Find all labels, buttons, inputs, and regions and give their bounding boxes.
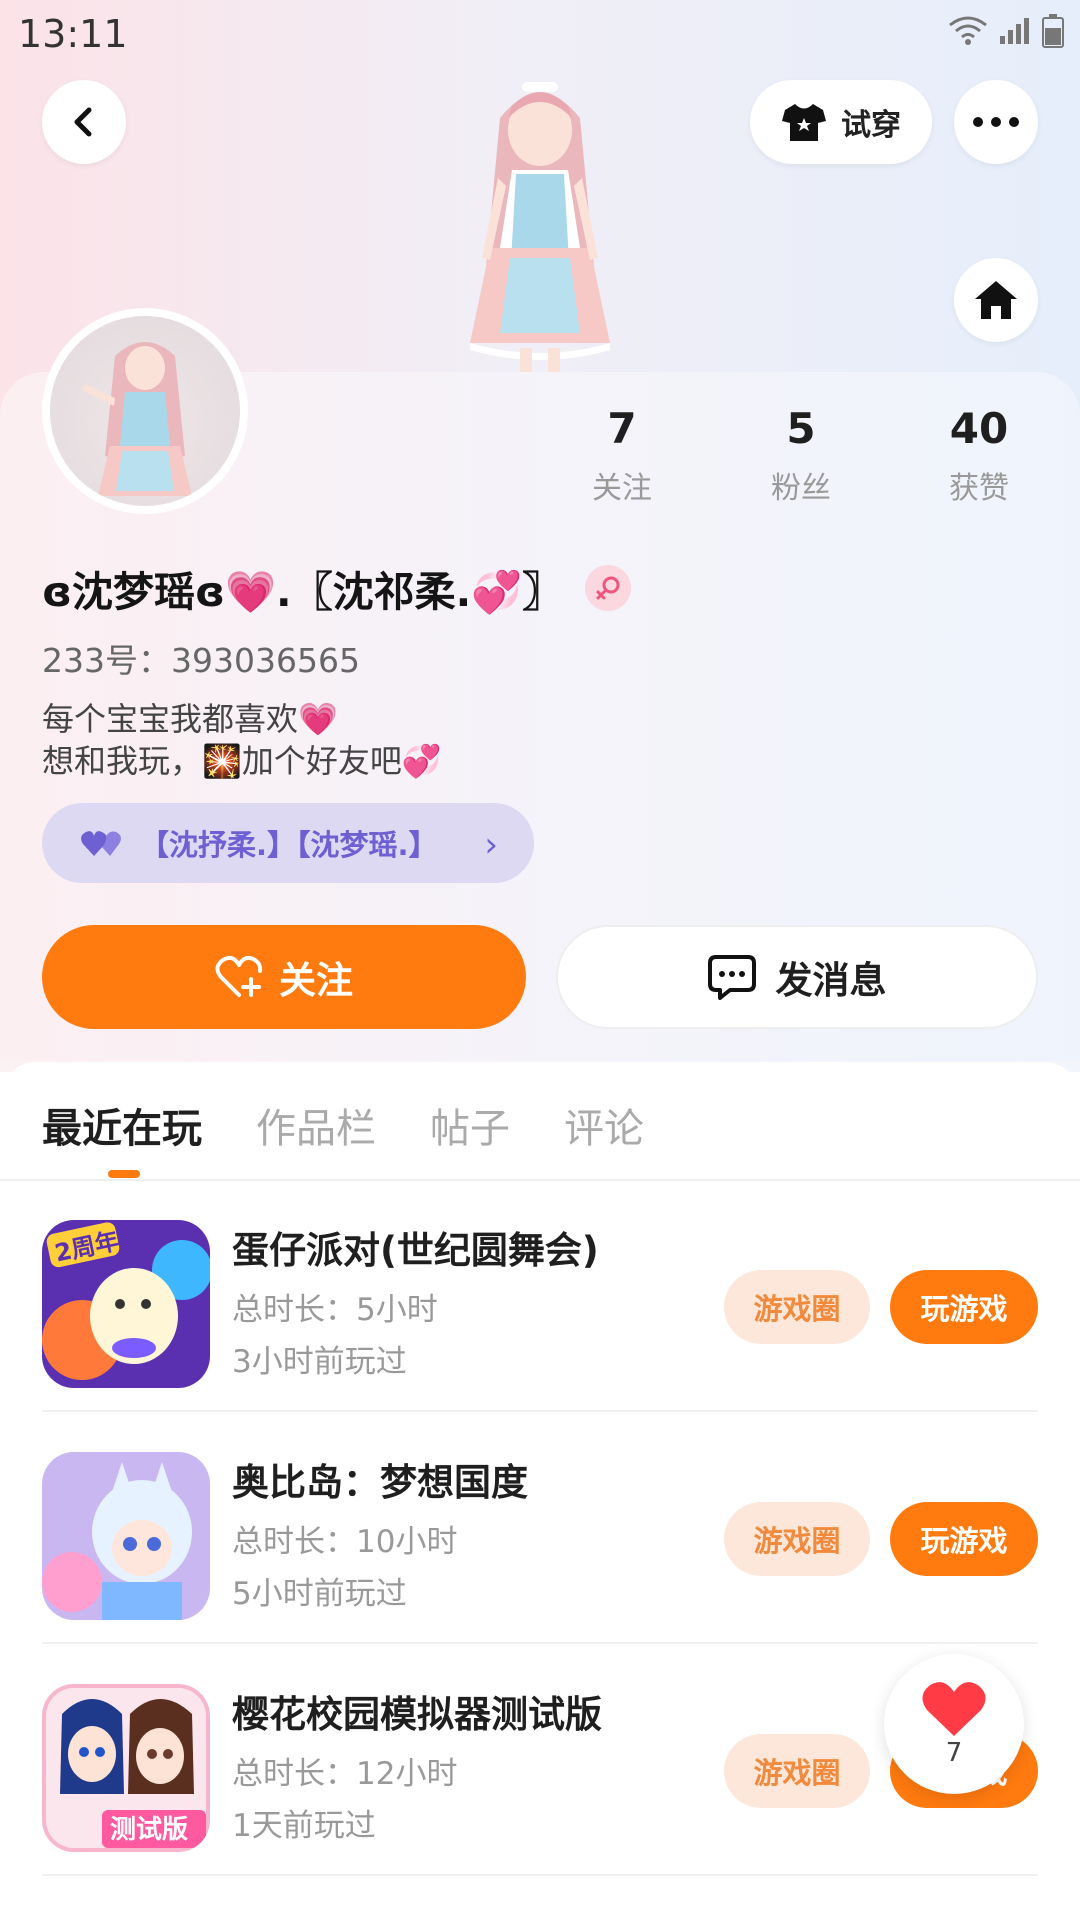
stat-followers-value: 5 [786, 404, 816, 453]
game-last-played: 1天前玩过 [232, 1808, 376, 1844]
sakura-school-icon-badge: 测试版 [110, 1815, 188, 1845]
play-game-button[interactable]: 玩游戏 [890, 1502, 1038, 1576]
tab-bar: 最近在玩 作品栏 帖子 评论 [42, 1096, 644, 1154]
sakura-school-icon[interactable]: 测试版 [42, 1684, 210, 1852]
home-icon [975, 281, 1017, 319]
shirt-icon [782, 104, 826, 141]
status-icons [948, 14, 1064, 48]
status-bar: 13:11 [0, 0, 1080, 66]
gender-badge [585, 565, 632, 611]
battery-icon [1042, 14, 1064, 48]
back-button[interactable] [42, 80, 126, 164]
like-count: 7 [945, 1738, 963, 1768]
relation-text: 【沈抒柔.】【沈梦瑶.】 [140, 828, 438, 862]
status-time: 13:11 [18, 12, 128, 56]
profile-bio: 每个宝宝我都喜欢💗 想和我玩，🎇加个好友吧💞 [42, 700, 442, 780]
row-divider [42, 1874, 1038, 1876]
play-game-button[interactable]: 玩游戏 [890, 1270, 1038, 1344]
relation-pill[interactable]: 【沈抒柔.】【沈梦瑶.】 › [42, 803, 534, 883]
game-title: 奥比岛：梦想国度 [232, 1461, 528, 1504]
home-button[interactable] [954, 258, 1038, 342]
game-row[interactable]: 2周年 蛋仔派对(世纪圆舞会) 总时长：5小时 3小时前玩过 游戏圈 玩游戏 [42, 1180, 1038, 1412]
stat-likes[interactable]: 40 获赞 [904, 404, 1054, 507]
content-section: 最近在玩 作品栏 帖子 评论 2周年 蛋仔派对(世纪圆舞会) 总时长：5小时 3… [0, 1062, 1080, 1920]
heart-plus-icon [215, 955, 263, 997]
chat-bubble-icon [707, 955, 756, 1000]
aobi-island-icon[interactable] [42, 1452, 210, 1620]
game-circle-button[interactable]: 游戏圈 [724, 1270, 870, 1344]
floating-like-button[interactable]: 7 [884, 1654, 1024, 1794]
more-dots-icon [973, 117, 1019, 127]
avatar-image [50, 316, 240, 506]
message-label: 发消息 [775, 959, 887, 1002]
game-duration: 总时长：12小时 [232, 1756, 458, 1792]
stat-following[interactable]: 7 关注 [547, 404, 697, 507]
eggy-party-icon[interactable]: 2周年 [42, 1220, 210, 1388]
message-button[interactable]: 发消息 [556, 925, 1038, 1029]
follow-label: 关注 [279, 959, 353, 1002]
tab-posts[interactable]: 帖子 [430, 1096, 510, 1154]
game-circle-button[interactable]: 游戏圈 [724, 1502, 870, 1576]
female-symbol-icon [596, 576, 620, 600]
game-row[interactable]: 奥比岛：梦想国度 总时长：10小时 5小时前玩过 游戏圈 玩游戏 [42, 1412, 1038, 1644]
double-heart-icon [81, 831, 121, 856]
game-circle-button[interactable]: 游戏圈 [724, 1734, 870, 1808]
tab-works[interactable]: 作品栏 [256, 1096, 376, 1154]
tab-recently-played[interactable]: 最近在玩 [42, 1096, 202, 1154]
stat-following-value: 7 [607, 404, 637, 453]
chevron-right-icon: › [484, 825, 498, 865]
user-id: 233号：393036565 [42, 641, 360, 680]
stat-followers[interactable]: 5 粉丝 [726, 404, 876, 507]
avatar[interactable] [42, 308, 248, 514]
signal-icon [1000, 18, 1029, 44]
tab-indicator [108, 1170, 140, 1178]
game-duration: 总时长：5小时 [232, 1292, 438, 1328]
game-title: 蛋仔派对(世纪圆舞会) [232, 1229, 599, 1272]
heart-icon [922, 1682, 986, 1736]
avatar-character-figure [470, 82, 610, 374]
more-button[interactable] [954, 80, 1038, 164]
game-row[interactable]: 测试版 樱花校园模拟器测试版 总时长：12小时 1天前玩过 游戏圈 玩游戏 [42, 1644, 1038, 1876]
game-duration: 总时长：10小时 [232, 1524, 458, 1560]
game-title: 樱花校园模拟器测试版 [232, 1693, 602, 1736]
profile-page: 13:11 试穿 7 关注 5 粉丝 40 获赞 ɞ沈梦瑶ɞ💗.〖沈祁柔.💞〗 … [0, 0, 1080, 1920]
name-row: ɞ沈梦瑶ɞ💗.〖沈祁柔.💞〗 [42, 558, 632, 618]
stat-likes-value: 40 [949, 404, 1009, 453]
stat-followers-label: 粉丝 [771, 471, 831, 506]
stat-following-label: 关注 [592, 471, 652, 506]
try-on-button[interactable]: 试穿 [750, 80, 932, 164]
game-last-played: 3小时前玩过 [232, 1344, 407, 1380]
wifi-icon [949, 16, 987, 45]
follow-button[interactable]: 关注 [42, 925, 526, 1029]
game-last-played: 5小时前玩过 [232, 1576, 407, 1612]
avatar-character-icon [82, 342, 192, 496]
profile-name: ɞ沈梦瑶ɞ💗.〖沈祁柔.💞〗 [42, 568, 564, 616]
stat-likes-label: 获赞 [949, 471, 1009, 506]
tab-comments[interactable]: 评论 [564, 1096, 644, 1154]
try-on-label: 试穿 [841, 108, 901, 143]
back-arrow-icon [74, 107, 92, 137]
